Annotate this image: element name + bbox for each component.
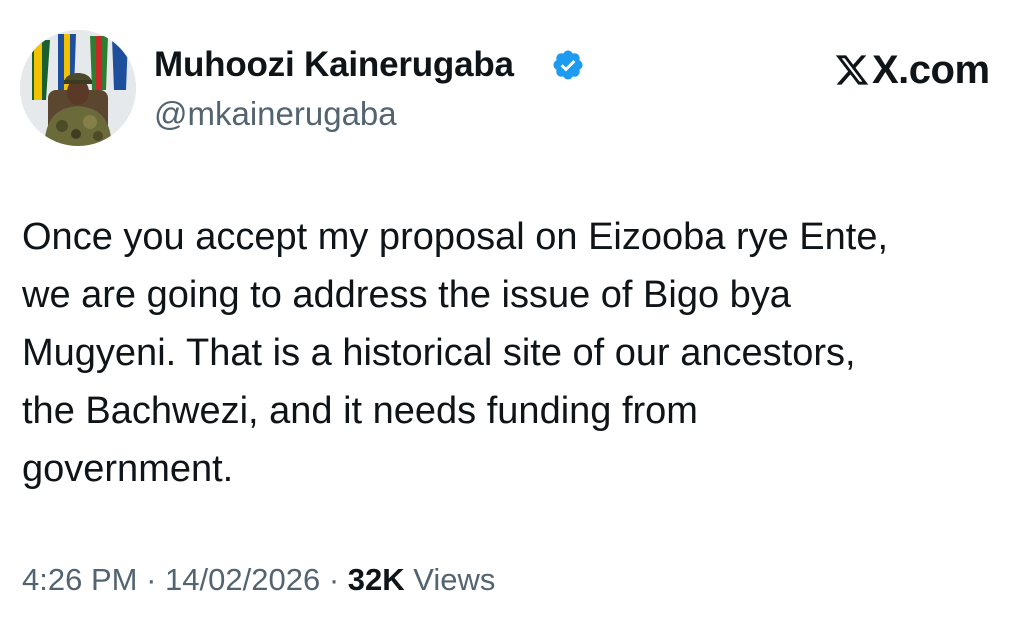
x-logo-icon — [835, 55, 869, 85]
tweet-line: the Bachwezi, and it needs funding from — [22, 390, 698, 432]
tweet-line: government. — [22, 448, 234, 490]
tweet-text: Once you accept my proposal on Eizooba r… — [22, 208, 1012, 498]
meta-separator: · — [328, 562, 340, 597]
tweet-time[interactable]: 4:26 PM — [22, 562, 137, 597]
views-label: Views — [413, 562, 496, 597]
tweet-meta: 4:26 PM · 14/02/2026 · 32K Views — [22, 560, 495, 600]
avatar-image — [20, 30, 136, 146]
tweet-line: we are going to address the issue of Big… — [22, 274, 791, 316]
meta-separator: · — [146, 562, 157, 597]
tweet-line: Once you accept my proposal on Eizooba r… — [22, 216, 889, 258]
avatar[interactable] — [20, 30, 136, 146]
brand-domain: X.com — [872, 48, 990, 92]
tweet-date[interactable]: 14/02/2026 — [165, 562, 320, 597]
author-name[interactable]: Muhoozi Kainerugaba — [154, 44, 514, 86]
verified-badge-icon — [553, 50, 583, 80]
tweet-line: Mugyeni. That is a historical site of ou… — [22, 332, 856, 374]
author-handle[interactable]: @mkainerugaba — [154, 94, 397, 134]
views-count[interactable]: 32K — [348, 562, 405, 597]
brand-watermark: X.com — [834, 48, 990, 92]
